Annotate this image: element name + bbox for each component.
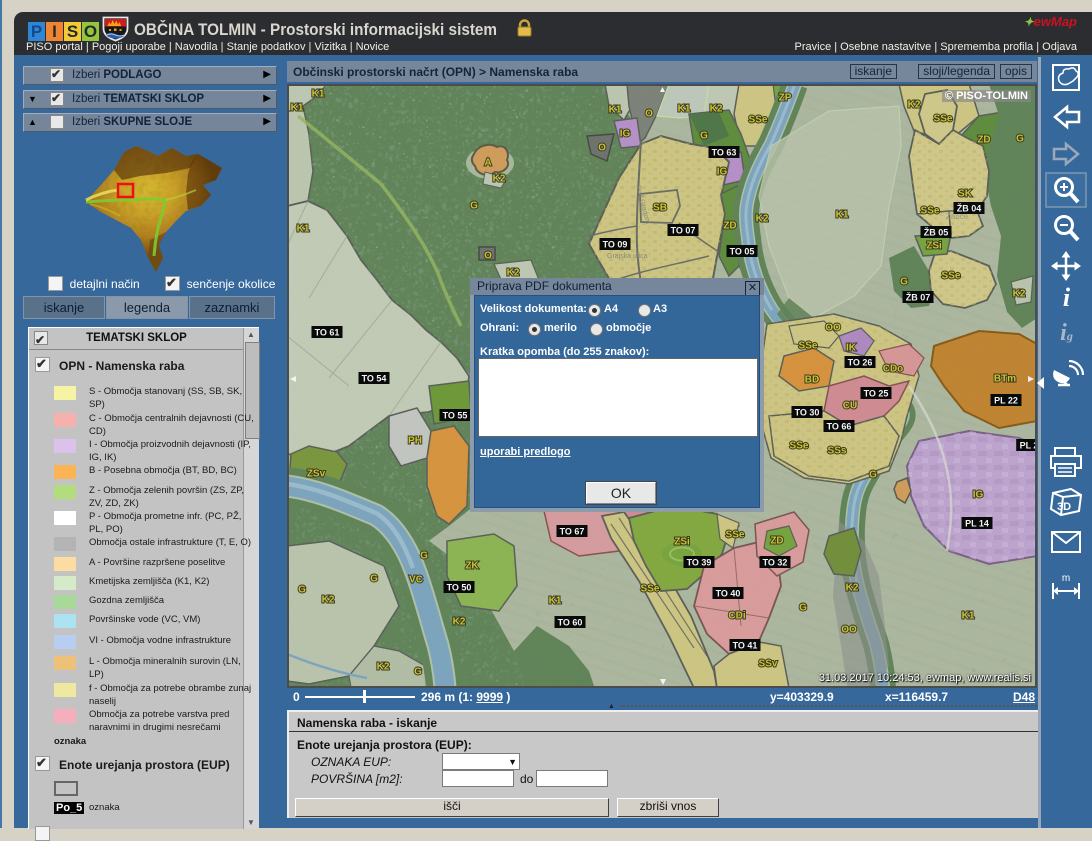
svg-text:3D: 3D xyxy=(1057,501,1071,513)
svg-text:m: m xyxy=(1062,573,1070,584)
